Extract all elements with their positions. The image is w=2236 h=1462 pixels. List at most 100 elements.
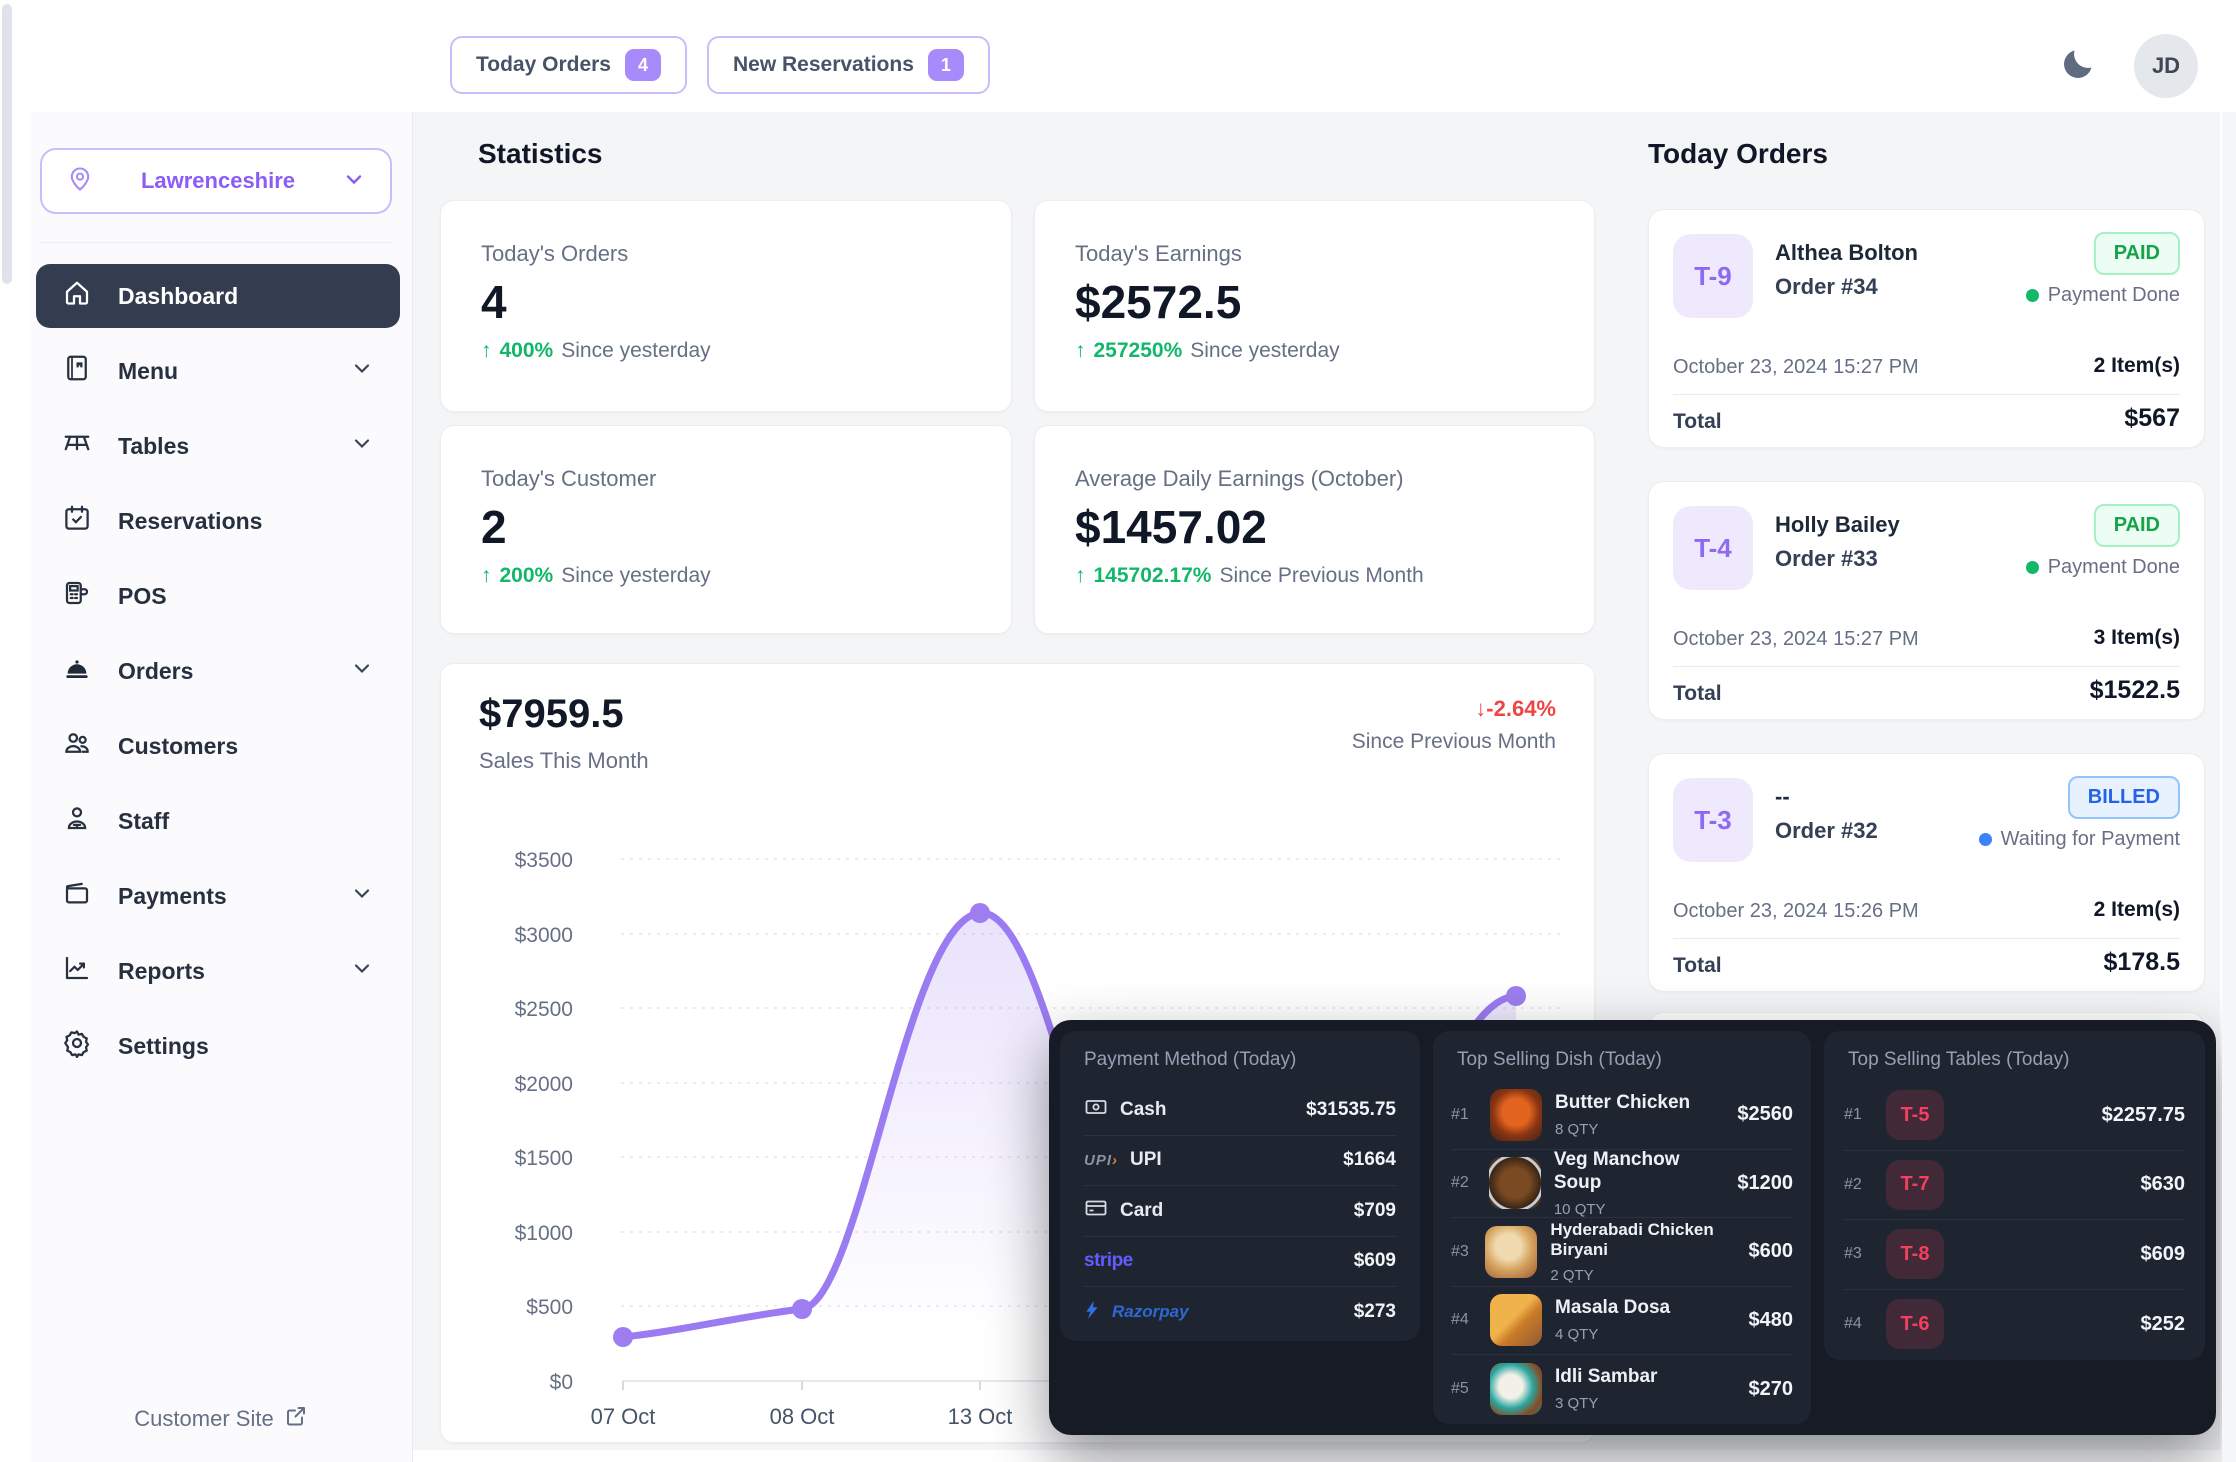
- svg-text:$500: $500: [526, 1296, 573, 1319]
- sidebar-item-menu[interactable]: Menu: [36, 339, 400, 403]
- stat-value: 4: [481, 275, 507, 329]
- order-total-label: Total: [1673, 682, 1722, 706]
- sidebar-item-label: Dashboard: [118, 283, 374, 310]
- tables-icon: [62, 428, 92, 464]
- order-card[interactable]: T-9 Althea Bolton Order #34 PAID Payment…: [1648, 209, 2205, 448]
- dish-amount: $2560: [1737, 1103, 1793, 1126]
- sidebar-item-settings[interactable]: Settings: [36, 1014, 400, 1078]
- divider: [1673, 938, 2180, 939]
- payment-method-row: Cash $31535.75: [1084, 1085, 1396, 1136]
- dish-rank: #1: [1451, 1106, 1477, 1124]
- payment-status-dot: [1979, 833, 1992, 846]
- order-card[interactable]: T-4 Holly Bailey Order #33 PAID Payment …: [1648, 481, 2205, 720]
- stat-card-todays-orders: Today's Orders 4 ↑400%Since yesterday: [440, 200, 1012, 412]
- new-reservations-button[interactable]: New Reservations 1: [707, 36, 990, 94]
- dish-image: [1490, 1089, 1542, 1141]
- dish-row: #4 Masala Dosa4 QTY $480: [1451, 1287, 1793, 1356]
- table-row: #3 T-8 $609: [1844, 1220, 2185, 1290]
- home-icon: [62, 278, 92, 314]
- dish-qty: 8 QTY: [1555, 1121, 1690, 1138]
- dish-amount: $270: [1749, 1378, 1794, 1401]
- customer-name: --: [1775, 784, 1790, 810]
- sidebar-item-pos[interactable]: POS: [36, 564, 400, 628]
- dish-name: Hyderabadi Chicken Biryani: [1550, 1220, 1735, 1261]
- stat-value: 2: [481, 500, 507, 554]
- payment-method-label: Cash: [1120, 1099, 1166, 1121]
- sidebar-item-staff[interactable]: Staff: [36, 789, 400, 853]
- stat-value: $1457.02: [1075, 500, 1267, 554]
- payment-method-label: Card: [1120, 1200, 1163, 1222]
- stat-value: $2572.5: [1075, 275, 1241, 329]
- sidebar-item-tables[interactable]: Tables: [36, 414, 400, 478]
- dark-mode-toggle[interactable]: [2048, 36, 2108, 96]
- payment-status-dot: [2026, 561, 2039, 574]
- table-amount: $630: [2141, 1173, 2186, 1196]
- svg-text:$3000: $3000: [515, 924, 573, 947]
- table-rank: #2: [1844, 1176, 1870, 1194]
- table-rank: #4: [1844, 1315, 1870, 1333]
- main-content: Statistics Today's Orders 4 ↑400%Since y…: [413, 112, 2220, 1450]
- payment-method-amount: $609: [1354, 1250, 1396, 1272]
- sidebar-item-reports[interactable]: Reports: [36, 939, 400, 1003]
- dish-name: Masala Dosa: [1555, 1297, 1670, 1320]
- stat-delta-note: Since yesterday: [561, 564, 710, 588]
- table-badge: T-5: [1886, 1090, 1944, 1140]
- sidebar-item-reservations[interactable]: Reservations: [36, 489, 400, 553]
- order-total-value: $567: [2124, 404, 2180, 433]
- dish-rank: #3: [1451, 1243, 1472, 1261]
- dish-row: #1 Butter Chicken 8 QTY $2560: [1451, 1081, 1793, 1150]
- payment-method-row: stripe $609: [1084, 1237, 1396, 1288]
- status-badge: BILLED: [2068, 776, 2180, 819]
- payment-method-amount: $31535.75: [1306, 1099, 1396, 1121]
- payment-method-panel: Payment Method (Today) Cash $31535.75 UP…: [1060, 1031, 1420, 1341]
- customer-name: Holly Bailey: [1775, 512, 1900, 538]
- payment-method-amount: $273: [1354, 1301, 1396, 1323]
- user-avatar[interactable]: JD: [2134, 34, 2198, 98]
- sidebar-item-dashboard[interactable]: Dashboard: [36, 264, 400, 328]
- scrollbar-thumb[interactable]: [2, 4, 12, 284]
- sidebar-item-customers[interactable]: Customers: [36, 714, 400, 778]
- order-items-count: 3 Item(s): [2094, 626, 2180, 650]
- dish-name: Butter Chicken: [1555, 1092, 1690, 1115]
- sidebar-item-label: Settings: [118, 1033, 374, 1060]
- table-amount: $609: [2141, 1243, 2186, 1266]
- razorpay-logo: Razorpay: [1112, 1302, 1189, 1322]
- dish-image: [1490, 1294, 1542, 1346]
- stat-delta-note: Since Previous Month: [1219, 564, 1423, 588]
- status-badge: PAID: [2094, 232, 2180, 275]
- delta-up-arrow-icon: ↑: [1075, 564, 1086, 588]
- stripe-logo: stripe: [1084, 1250, 1133, 1272]
- pos-terminal-icon: [62, 578, 92, 614]
- svg-text:13 Oct: 13 Oct: [948, 1404, 1013, 1429]
- divider: [1673, 394, 2180, 395]
- table-badge: T-7: [1886, 1160, 1944, 1210]
- order-items-count: 2 Item(s): [2094, 354, 2180, 378]
- sidebar-divider: [40, 242, 392, 243]
- payment-method-row: Card $709: [1084, 1186, 1396, 1237]
- cloche-icon: [62, 653, 92, 689]
- sidebar-item-payments[interactable]: Payments: [36, 864, 400, 928]
- customer-site-link[interactable]: Customer Site: [30, 1404, 412, 1434]
- order-card[interactable]: T-3 -- Order #32 BILLED Waiting for Paym…: [1648, 753, 2205, 992]
- table-badge: T-6: [1886, 1299, 1944, 1349]
- today-orders-button[interactable]: Today Orders 4: [450, 36, 687, 94]
- table-badge: T-4: [1673, 506, 1753, 590]
- sidebar-item-orders[interactable]: Orders: [36, 639, 400, 703]
- chevron-down-icon: [350, 356, 374, 386]
- order-number: Order #32: [1775, 818, 1878, 844]
- dish-image: [1489, 1157, 1541, 1209]
- panel-title: Payment Method (Today): [1084, 1049, 1296, 1071]
- sidebar: Lawrenceshire Dashboard Menu Tables Rese…: [30, 112, 413, 1462]
- payment-status-text: Waiting for Payment: [2001, 828, 2180, 851]
- chevron-down-icon: [350, 956, 374, 986]
- stat-label: Today's Orders: [481, 241, 628, 267]
- staff-person-icon: [62, 803, 92, 839]
- svg-text:$1500: $1500: [515, 1147, 573, 1170]
- delta-up-arrow-icon: ↑: [1075, 339, 1086, 363]
- dish-amount: $600: [1749, 1240, 1794, 1263]
- stat-delta: 257250%: [1094, 339, 1183, 363]
- location-selector[interactable]: Lawrenceshire: [40, 148, 392, 214]
- sidebar-item-label: Payments: [118, 883, 324, 910]
- scrollbar-track[interactable]: [2222, 112, 2236, 1462]
- dish-rank: #5: [1451, 1380, 1477, 1398]
